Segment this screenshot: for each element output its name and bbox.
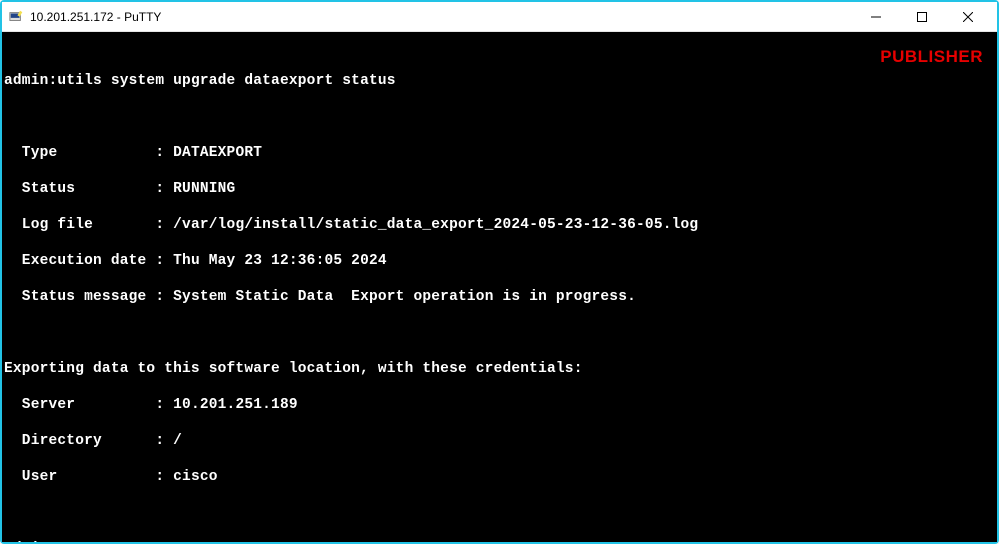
- terminal-area[interactable]: PUBLISHER admin:utils system upgrade dat…: [2, 32, 997, 542]
- terminal-line: [4, 324, 995, 342]
- terminal-line: Execution date : Thu May 23 12:36:05 202…: [4, 252, 995, 270]
- terminal-line: User : cisco: [4, 468, 995, 486]
- command-text: utils system upgrade dataexport status: [57, 73, 395, 89]
- terminal-line: Status message : System Static Data Expo…: [4, 288, 995, 306]
- terminal-line: admin:utils system upgrade dataexport st…: [4, 72, 995, 90]
- terminal-line: Server : 10.201.251.189: [4, 396, 995, 414]
- putty-icon: [8, 9, 24, 25]
- prompt: admin:: [4, 73, 57, 89]
- window-titlebar: 10.201.251.172 - PuTTY: [2, 2, 997, 32]
- terminal-line: Exporting data to this software location…: [4, 360, 995, 378]
- window-title: 10.201.251.172 - PuTTY: [30, 10, 161, 24]
- minimize-button[interactable]: [853, 2, 899, 32]
- publisher-label: PUBLISHER: [880, 48, 983, 66]
- prompt: admin:: [4, 541, 57, 542]
- terminal-line: Type : DATAEXPORT: [4, 144, 995, 162]
- terminal-line: admin:: [4, 540, 995, 542]
- close-button[interactable]: [945, 2, 991, 32]
- terminal-line: Directory : /: [4, 432, 995, 450]
- maximize-button[interactable]: [899, 2, 945, 32]
- terminal-line: [4, 108, 995, 126]
- terminal-line: Log file : /var/log/install/static_data_…: [4, 216, 995, 234]
- terminal-line: [4, 504, 995, 522]
- window-controls: [853, 2, 991, 32]
- terminal-line: Status : RUNNING: [4, 180, 995, 198]
